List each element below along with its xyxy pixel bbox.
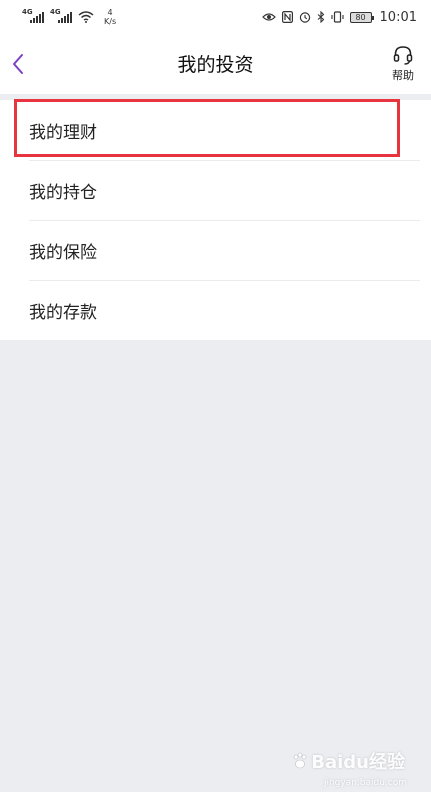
help-button[interactable]: 帮助: [387, 44, 419, 84]
battery-level: 80: [355, 12, 366, 22]
sim1-network-tag: 4G: [22, 8, 33, 16]
battery-icon: 80: [349, 11, 374, 23]
help-label: 帮助: [392, 69, 414, 82]
status-right: 80 10:01: [261, 9, 417, 25]
eye-comfort-icon: [261, 13, 276, 21]
watermark-text: Baidu经验: [311, 752, 405, 773]
menu-item-label: 我的保险: [29, 242, 97, 263]
headset-icon: [393, 46, 413, 65]
nfc-icon: [281, 11, 293, 23]
menu-item-my-deposits[interactable]: 我的存款: [0, 280, 431, 340]
screen: 4G 4G 4 K/s 80 10:01 我的投资 帮助 我的理财 我的持仓 我…: [0, 0, 431, 792]
investment-menu-list: 我的理财 我的持仓 我的保险 我的存款: [0, 100, 431, 340]
network-speed-unit: K/s: [104, 17, 117, 26]
wifi-icon: [78, 11, 94, 23]
menu-item-my-insurance[interactable]: 我的保险: [0, 220, 431, 280]
status-time: 10:01: [379, 9, 417, 25]
menu-item-label: 我的持仓: [29, 182, 97, 203]
sim2-signal-icon: 4G: [50, 8, 72, 23]
menu-item-my-wealth-management[interactable]: 我的理财: [0, 100, 431, 160]
status-bar: 4G 4G 4 K/s 80 10:01: [0, 0, 431, 34]
sim1-signal-icon: 4G: [22, 8, 44, 23]
alarm-icon: [299, 12, 310, 23]
nav-bar: 我的投资 帮助: [0, 34, 431, 94]
page-title: 我的投资: [177, 54, 254, 76]
paw-logo-icon: [293, 752, 307, 769]
vibrate-icon: [330, 11, 344, 23]
network-speed-value: 4: [107, 8, 113, 17]
bluetooth-icon: [317, 11, 324, 23]
menu-item-label: 我的存款: [29, 302, 97, 323]
sim2-network-tag: 4G: [50, 8, 61, 16]
watermark-subtext: jingyan.baidu.com: [323, 778, 407, 788]
status-left: 4G 4G 4 K/s: [22, 8, 116, 26]
baidu-jingyan-watermark: Baidu经验: [291, 748, 405, 774]
menu-item-my-holdings[interactable]: 我的持仓: [0, 160, 431, 220]
network-speed: 4 K/s: [104, 8, 116, 26]
menu-item-label: 我的理财: [29, 122, 97, 143]
